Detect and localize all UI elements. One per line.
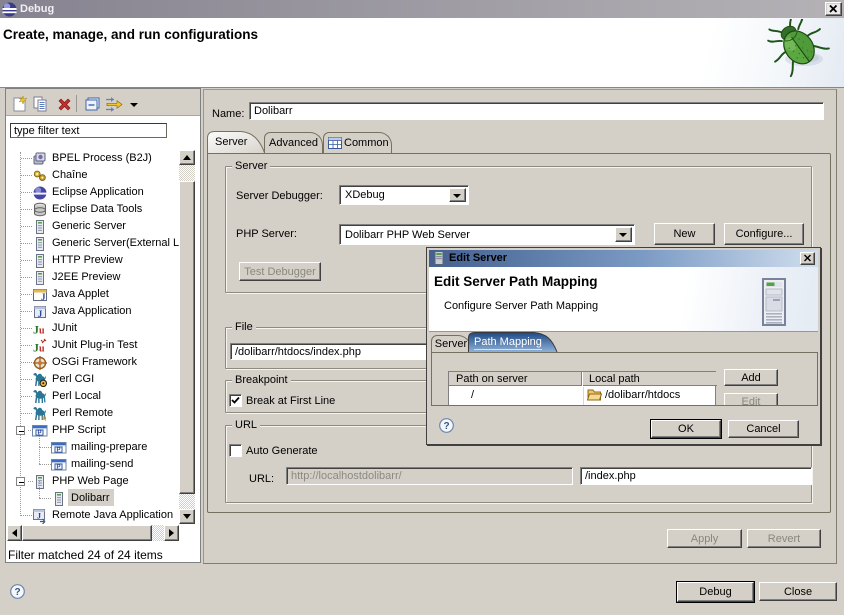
svg-text:P: P	[56, 465, 60, 471]
svg-text:u: u	[39, 344, 45, 355]
svg-text:u: u	[39, 326, 45, 337]
svg-text:?: ?	[443, 421, 449, 432]
svg-text:P: P	[56, 448, 60, 454]
svg-text:?: ?	[14, 587, 20, 598]
svg-text:J: J	[41, 292, 46, 302]
svg-text:J: J	[37, 512, 41, 521]
svg-text:J: J	[38, 309, 43, 319]
